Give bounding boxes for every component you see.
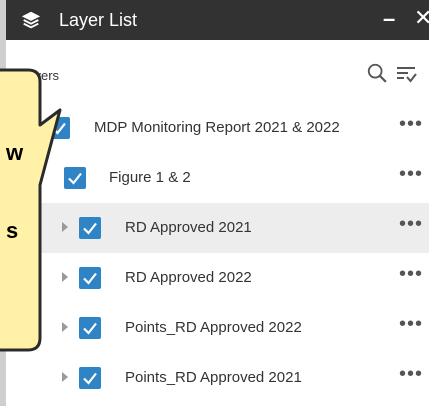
layer-visibility-checkbox[interactable] <box>79 317 101 339</box>
close-button[interactable]: ✕ <box>414 5 429 31</box>
panel-title-bar: Layer List – ✕ <box>6 0 429 40</box>
layer-row[interactable]: Figure 1 & 2 ••• <box>6 153 429 203</box>
layer-visibility-checkbox[interactable] <box>48 117 70 139</box>
layer-row[interactable]: Points_RD Approved 2021 ••• <box>6 353 429 403</box>
layer-list-panel: Layer List – ✕ Layers MDP Monitoring Rep… <box>6 0 429 406</box>
expand-caret-icon[interactable] <box>62 322 68 332</box>
checkmark-icon <box>83 222 97 235</box>
callout-text-fragment: w <box>6 140 24 165</box>
search-icon[interactable] <box>366 62 388 84</box>
layer-label: RD Approved 2021 <box>125 219 252 236</box>
panel-title: Layer List <box>59 10 138 30</box>
layer-label: Points_RD Approved 2022 <box>125 319 302 336</box>
callout-text-fragment: s <box>6 218 19 243</box>
layer-row[interactable]: RD Approved 2021 ••• <box>6 203 429 253</box>
layer-visibility-checkbox[interactable] <box>64 167 86 189</box>
more-options-icon[interactable]: ••• <box>399 213 423 236</box>
checkmark-icon <box>83 272 97 285</box>
layer-label: MDP Monitoring Report 2021 & 2022 <box>94 119 340 136</box>
layer-label: Points_RD Approved 2021 <box>125 369 302 386</box>
layer-visibility-checkbox[interactable] <box>79 367 101 389</box>
more-options-icon[interactable]: ••• <box>399 313 423 336</box>
layer-label: Figure 1 & 2 <box>109 169 191 186</box>
checkmark-icon <box>68 172 82 185</box>
layer-row[interactable]: Points_RD Approved 2022 ••• <box>6 303 429 353</box>
more-options-icon[interactable]: ••• <box>399 163 423 186</box>
checkmark-icon <box>83 372 97 385</box>
layer-visibility-checkbox[interactable] <box>79 217 101 239</box>
checkmark-icon <box>83 322 97 335</box>
expand-caret-icon[interactable] <box>62 272 68 282</box>
layers-heading: Layers <box>20 68 60 83</box>
minimize-button[interactable]: – <box>383 6 395 32</box>
filter-icon[interactable] <box>394 62 418 86</box>
checkmark-icon <box>52 122 66 135</box>
layer-label: RD Approved 2022 <box>125 269 252 286</box>
expand-caret-icon[interactable] <box>62 222 68 232</box>
more-options-icon[interactable]: ••• <box>399 363 423 386</box>
expand-caret-icon[interactable] <box>62 372 68 382</box>
layers-icon <box>21 11 41 29</box>
layer-row[interactable]: MDP Monitoring Report 2021 & 2022 ••• <box>6 103 429 153</box>
more-options-icon[interactable]: ••• <box>399 263 423 286</box>
layer-row[interactable]: RD Approved 2022 ••• <box>6 253 429 303</box>
more-options-icon[interactable]: ••• <box>399 113 423 136</box>
layer-visibility-checkbox[interactable] <box>79 267 101 289</box>
